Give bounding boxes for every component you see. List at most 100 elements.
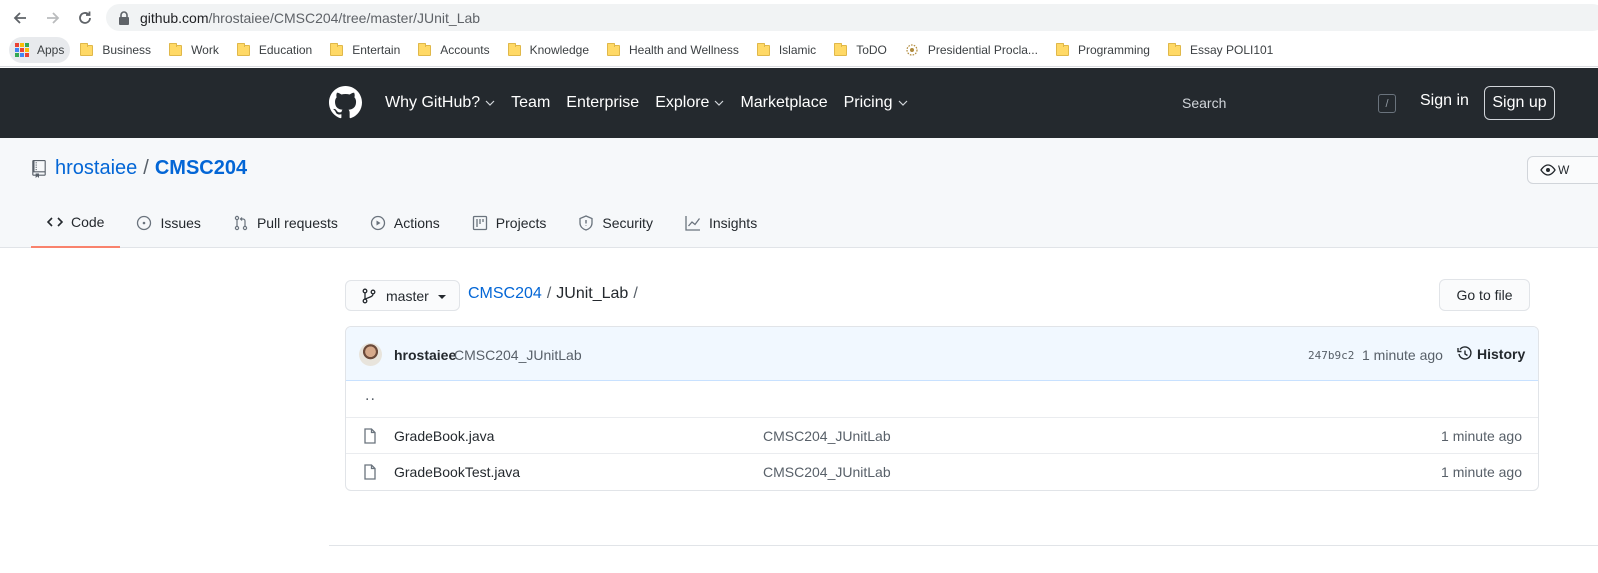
file-name-link[interactable]: GradeBook.java	[394, 428, 494, 444]
bookmark-programming[interactable]: Programming	[1048, 37, 1158, 63]
parent-directory-link[interactable]: ..	[365, 387, 376, 405]
back-button[interactable]	[8, 6, 32, 30]
folder-icon	[236, 42, 250, 56]
repo-name-link[interactable]: CMSC204	[155, 157, 247, 180]
sign-in-link[interactable]: Sign in	[1420, 92, 1469, 110]
table-row[interactable]: GradeBookTest.java CMSC204_JUnitLab 1 minu…	[346, 453, 1538, 489]
bookmark-apps[interactable]: Apps	[9, 37, 71, 63]
breadcrumb-trailing-separator: /	[633, 285, 638, 302]
bookmark-islamic[interactable]: Islamic	[749, 37, 824, 63]
nav-explore[interactable]: Explore	[655, 94, 724, 112]
folder-icon	[169, 42, 183, 56]
bookmark-todo[interactable]: ToDO	[826, 37, 895, 63]
play-icon	[370, 215, 386, 231]
tab-security[interactable]: Security	[562, 198, 669, 248]
address-bar[interactable]: github.com/hrostaiee/CMSC204/tree/master…	[106, 4, 1598, 31]
repo-icon	[32, 160, 46, 178]
folder-icon	[1055, 42, 1069, 56]
bookmarks-bar: Apps Business Work Education Entertain Accoun…	[0, 34, 1598, 67]
commit-message-link[interactable]: CMSC204_JUnitLab	[454, 347, 582, 363]
tab-code[interactable]: Code	[31, 198, 121, 248]
github-logo-icon[interactable]	[329, 86, 362, 119]
folder-icon	[607, 42, 620, 56]
nav-marketplace[interactable]: Marketplace	[740, 94, 827, 112]
nav-label: Team	[511, 94, 551, 111]
tab-label: Issues	[160, 215, 201, 231]
breadcrumb-current: JUnit_Lab	[556, 285, 629, 302]
breadcrumb-root-link[interactable]: CMSC204	[468, 285, 542, 303]
latest-commit-bar: hrostaiee CMSC204_JUnitLab 247b9c2 1 min…	[346, 327, 1538, 381]
search-input[interactable]: Search	[1170, 85, 1398, 121]
branch-select-button[interactable]: master	[345, 280, 460, 311]
commit-author-link[interactable]: hrostaiee	[394, 347, 456, 363]
bookmark-label: Accounts	[440, 43, 490, 57]
seal-icon	[906, 44, 918, 56]
file-age: 1 minute ago	[1441, 428, 1522, 444]
history-link[interactable]: History	[1457, 346, 1525, 362]
nav-label: Marketplace	[740, 94, 828, 111]
file-commit-link[interactable]: CMSC204_JUnitLab	[763, 464, 891, 480]
bookmark-knowledge[interactable]: Knowledge	[500, 37, 597, 63]
tab-label: Insights	[708, 215, 758, 231]
branch-icon	[362, 288, 376, 303]
reload-icon	[79, 11, 91, 24]
bookmark-label: Programming	[1077, 43, 1150, 57]
go-to-file-button[interactable]: Go to file	[1439, 279, 1530, 311]
apps-grid-icon	[15, 43, 29, 57]
footer-divider	[329, 545, 1598, 546]
caret-down-icon	[437, 294, 446, 299]
history-label: History	[1477, 346, 1526, 362]
table-row[interactable]: GradeBook.java CMSC204_JUnitLab 1 minute a…	[346, 417, 1538, 453]
breadcrumb: CMSC204 / JUnit_Lab /	[468, 285, 643, 303]
forward-button[interactable]	[41, 6, 65, 30]
bookmark-label: Business	[102, 43, 152, 57]
history-icon	[1457, 346, 1472, 360]
commit-sha-link[interactable]: 247b9c2	[1308, 349, 1354, 362]
sign-up-button[interactable]: Sign up	[1484, 86, 1555, 120]
eye-icon	[1540, 164, 1556, 176]
tab-projects[interactable]: Projects	[456, 198, 563, 248]
repo-header: hrostaiee / CMSC204 W Code Issues Pull req…	[0, 138, 1598, 248]
file-name-link[interactable]: GradeBookTest.java	[394, 464, 520, 480]
avatar[interactable]	[359, 343, 382, 366]
file-age: 1 minute ago	[1441, 464, 1522, 480]
folder-icon	[756, 42, 770, 56]
tab-pull-requests[interactable]: Pull requests	[217, 198, 354, 248]
file-icon	[364, 428, 376, 444]
back-arrow-icon	[13, 12, 26, 24]
file-icon	[364, 464, 376, 480]
parent-directory-row[interactable]: ..	[346, 381, 1538, 417]
watch-label: W	[1558, 163, 1570, 177]
watch-button[interactable]: W	[1527, 156, 1598, 184]
nav-team[interactable]: Team	[511, 94, 550, 112]
bookmark-entertain[interactable]: Entertain	[322, 37, 408, 63]
bookmark-essay-poli101[interactable]: Essay POLI101	[1160, 37, 1281, 63]
tab-label: Projects	[495, 215, 547, 231]
bookmark-presidential-procla[interactable]: Presidential Procla...	[897, 37, 1046, 63]
bookmark-business[interactable]: Business	[72, 37, 159, 63]
file-commit-link[interactable]: CMSC204_JUnitLab	[763, 428, 891, 444]
tab-label: Security	[602, 215, 653, 231]
nav-pricing[interactable]: Pricing	[844, 94, 908, 112]
lock-icon	[119, 10, 129, 25]
nav-why-github[interactable]: Why GitHub?	[385, 94, 495, 112]
nav-label: Pricing	[843, 94, 893, 111]
bookmark-education[interactable]: Education	[229, 37, 320, 63]
chevron-down-icon	[898, 100, 907, 106]
bookmark-label: Work	[191, 43, 219, 57]
code-icon	[47, 217, 63, 227]
repo-owner-link[interactable]: hrostaiee	[55, 157, 137, 180]
bookmark-health-and-wellness[interactable]: Health and Wellness	[599, 37, 747, 63]
tab-actions[interactable]: Actions	[354, 198, 456, 248]
tab-issues[interactable]: Issues	[120, 198, 216, 248]
reload-button[interactable]	[73, 6, 97, 30]
file-list: hrostaiee CMSC204_JUnitLab 247b9c2 1 min…	[345, 326, 1539, 491]
tab-insights[interactable]: Insights	[669, 198, 773, 248]
folder-icon	[418, 42, 432, 56]
nav-enterprise[interactable]: Enterprise	[566, 94, 639, 112]
nav-label: Explore	[655, 94, 710, 111]
bookmark-work[interactable]: Work	[161, 37, 227, 63]
commit-age: 1 minute ago	[1362, 347, 1443, 363]
bookmark-accounts[interactable]: Accounts	[410, 37, 497, 63]
graph-icon	[685, 216, 700, 231]
